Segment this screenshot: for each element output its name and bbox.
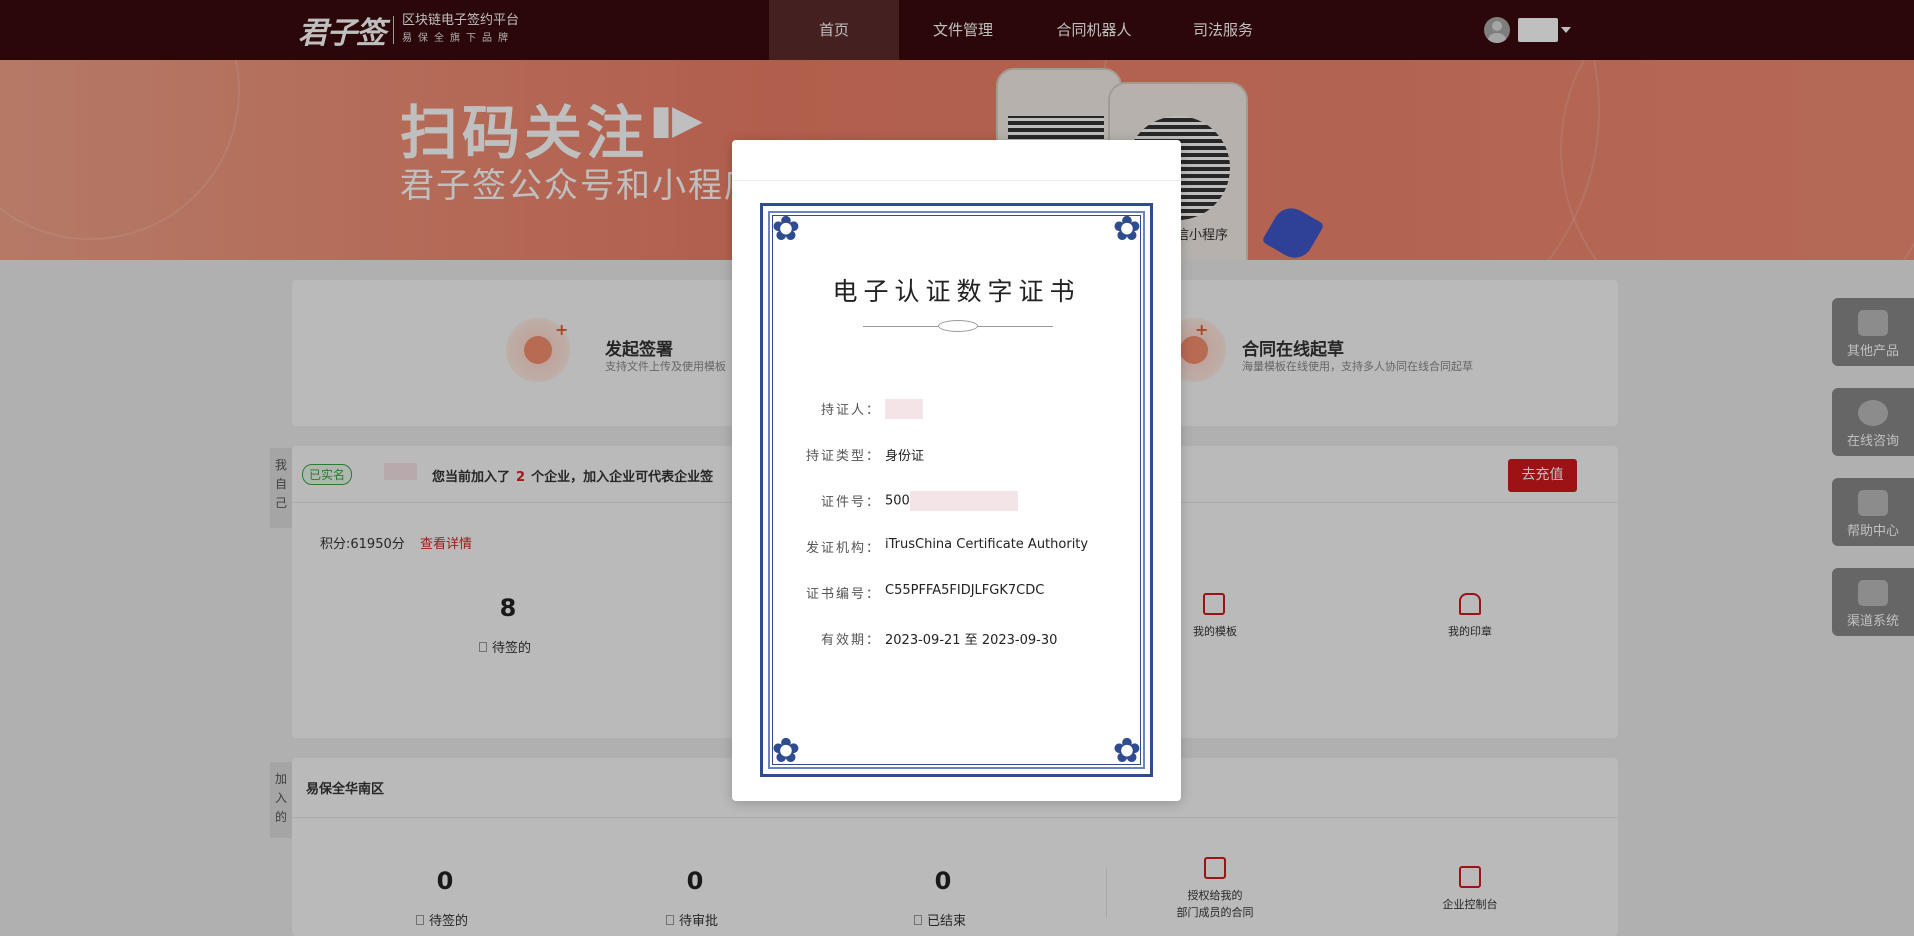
field-label: 证件号： xyxy=(820,495,881,510)
ornament-knot-icon xyxy=(938,320,978,332)
field-label: 持证人： xyxy=(820,403,881,418)
field-label: 有效期： xyxy=(820,633,881,648)
title-ornament xyxy=(863,320,1053,332)
field-value: C55PFFA5FIDJLFGK7CDC xyxy=(885,583,1045,598)
certificate-title: 电子认证数字证书 xyxy=(832,277,1081,306)
redacted-holder-name xyxy=(885,399,923,419)
digital-certificate: ✿ ✿ ✿ ✿ 电子认证数字证书 持证人： 持证类型： 身份证 证件号： 500 发… xyxy=(760,203,1153,777)
corner-ornament-icon: ✿ xyxy=(1112,209,1142,249)
dialog-header-divider xyxy=(732,180,1181,181)
field-issuer: 发证机构： iTrusChina Certificate Authority xyxy=(763,537,1150,556)
redacted-id-number xyxy=(909,491,1018,511)
field-label: 发证机构： xyxy=(805,541,881,556)
field-label: 证书编号： xyxy=(805,587,881,602)
corner-ornament-icon: ✿ xyxy=(1112,731,1142,771)
field-value xyxy=(885,399,923,419)
id-number-prefix: 500 xyxy=(885,493,910,509)
corner-ornament-icon: ✿ xyxy=(771,209,801,249)
field-id-type: 持证类型： 身份证 xyxy=(763,445,1150,464)
certificate-dialog: ✿ ✿ ✿ ✿ 电子认证数字证书 持证人： 持证类型： 身份证 证件号： 500 发… xyxy=(732,140,1181,801)
field-id-number: 证件号： 500 xyxy=(763,491,1150,511)
corner-ornament-icon: ✿ xyxy=(771,731,801,771)
field-value: 500 xyxy=(885,491,1018,511)
field-label: 持证类型： xyxy=(805,449,881,464)
field-holder: 持证人： xyxy=(763,399,1150,419)
field-value: 2023-09-21 至 2023-09-30 xyxy=(885,633,1058,648)
field-value: iTrusChina Certificate Authority xyxy=(885,537,1089,552)
field-value: 身份证 xyxy=(885,449,925,464)
field-cert-number: 证书编号： C55PFFA5FIDJLFGK7CDC xyxy=(763,583,1150,602)
field-validity: 有效期： 2023-09-21 至 2023-09-30 xyxy=(763,629,1150,648)
